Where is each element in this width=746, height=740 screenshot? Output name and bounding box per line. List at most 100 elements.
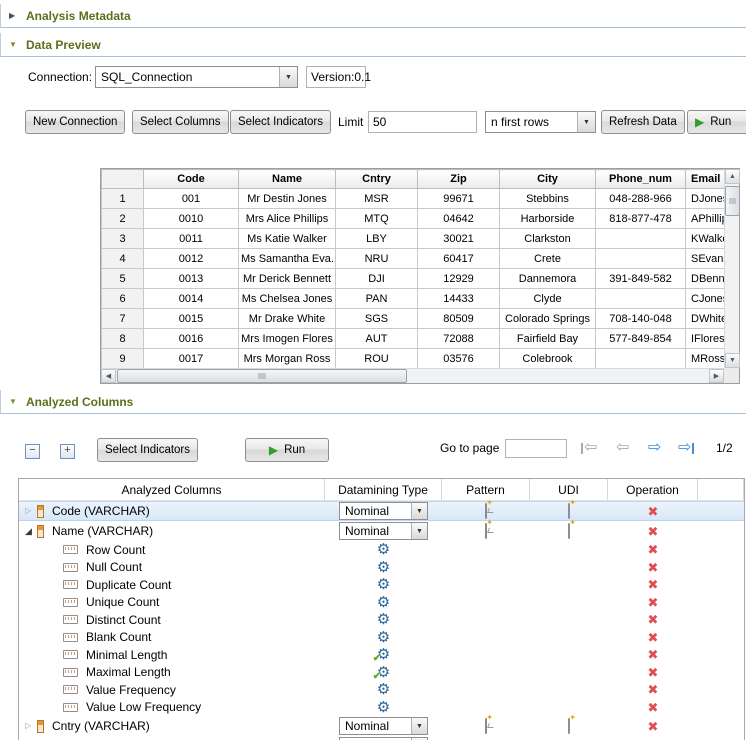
- tree-row[interactable]: Duplicate Count⚙✖: [19, 576, 744, 594]
- column-header-operation[interactable]: Operation: [608, 479, 698, 500]
- chevron-down-icon[interactable]: ▼: [411, 718, 427, 734]
- udi-icon[interactable]: ✦: [568, 719, 570, 733]
- refresh-data-button[interactable]: Refresh Data: [601, 110, 685, 134]
- tree-row[interactable]: Row Count⚙✖: [19, 541, 744, 559]
- row-mode-combo[interactable]: n first rows ▼: [485, 111, 596, 133]
- connection-combo[interactable]: SQL_Connection ▼: [95, 66, 298, 88]
- tree-row[interactable]: Blank Count⚙✖: [19, 629, 744, 647]
- section-data-preview[interactable]: ▼ Data Preview: [0, 33, 746, 57]
- table-row[interactable]: 1001Mr Destin JonesMSR99671Stebbins048-2…: [102, 189, 725, 209]
- tree-row[interactable]: ▼: [19, 736, 744, 740]
- delete-icon[interactable]: ✖: [648, 666, 659, 679]
- scroll-right-icon[interactable]: ▶: [709, 369, 724, 383]
- horizontal-scrollbar[interactable]: ◀ ▶: [101, 368, 724, 383]
- chevron-down-icon[interactable]: ▼: [577, 112, 595, 132]
- section-analysis-metadata[interactable]: ▶ Analysis Metadata: [0, 4, 746, 28]
- column-header[interactable]: Name: [239, 170, 336, 189]
- first-page-icon[interactable]: ⇦: [580, 438, 597, 458]
- scroll-up-icon[interactable]: ▲: [725, 169, 740, 184]
- column-header[interactable]: Cntry: [336, 170, 418, 189]
- chevron-down-icon[interactable]: ▼: [279, 67, 297, 87]
- expand-node-icon[interactable]: ▷: [25, 722, 37, 730]
- pattern-icon[interactable]: ✦: [485, 524, 487, 538]
- tree-row[interactable]: Value Low Frequency⚙✖: [19, 699, 744, 717]
- datamining-type-combo[interactable]: Nominal▼: [339, 717, 428, 735]
- gear-icon[interactable]: ⚙: [377, 682, 390, 697]
- table-row[interactable]: 70015Mr Drake WhiteSGS80509Colorado Spri…: [102, 309, 725, 329]
- limit-input[interactable]: [368, 111, 477, 133]
- table-row[interactable]: 80016Mrs Imogen FloresAUT72088Fairfield …: [102, 329, 725, 349]
- delete-icon[interactable]: ✖: [648, 631, 659, 644]
- pattern-icon[interactable]: ✦: [485, 719, 487, 733]
- gear-icon[interactable]: ⚙: [377, 542, 390, 557]
- delete-icon[interactable]: ✖: [648, 720, 659, 733]
- gear-icon[interactable]: ⚙✔: [377, 665, 390, 680]
- delete-icon[interactable]: ✖: [648, 505, 659, 518]
- gear-icon[interactable]: ⚙: [377, 630, 390, 645]
- gear-icon[interactable]: ⚙✔: [377, 647, 390, 662]
- delete-icon[interactable]: ✖: [648, 525, 659, 538]
- tree-row[interactable]: ◢Name (VARCHAR)Nominal▼✦✦✖: [19, 521, 744, 541]
- tree-row[interactable]: Distinct Count⚙✖: [19, 611, 744, 629]
- delete-icon[interactable]: ✖: [648, 543, 659, 556]
- chevron-down-icon[interactable]: ▼: [411, 523, 427, 539]
- section-analyzed-columns[interactable]: ▼ Analyzed Columns: [0, 390, 746, 414]
- tree-row[interactable]: Value Frequency⚙✖: [19, 681, 744, 699]
- column-header-datamining-type[interactable]: Datamining Type: [325, 479, 442, 500]
- select-indicators-button-2[interactable]: Select Indicators: [97, 438, 198, 462]
- expanded-arrow-icon[interactable]: ▼: [9, 398, 19, 406]
- tree-row[interactable]: ▷Cntry (VARCHAR)Nominal▼✦✦✖: [19, 716, 744, 736]
- next-page-icon[interactable]: ⇨: [648, 438, 661, 458]
- pattern-icon[interactable]: ✦: [485, 504, 487, 518]
- chevron-down-icon[interactable]: ▼: [411, 503, 427, 519]
- select-columns-button[interactable]: Select Columns: [132, 110, 229, 134]
- udi-icon[interactable]: ✦: [568, 524, 570, 538]
- table-row[interactable]: 40012Ms Samantha Eva...NRU60417CreteSEva…: [102, 249, 725, 269]
- delete-icon[interactable]: ✖: [648, 578, 659, 591]
- run-button-2[interactable]: ▶ Run: [245, 438, 329, 462]
- select-indicators-button[interactable]: Select Indicators: [230, 110, 331, 134]
- vertical-scrollbar-thumb[interactable]: [725, 186, 740, 216]
- column-header-analyzed-columns[interactable]: Analyzed Columns: [19, 479, 325, 500]
- table-row[interactable]: 20010Mrs Alice PhillipsMTQ04642Harborsid…: [102, 209, 725, 229]
- column-header-udi[interactable]: UDI: [530, 479, 608, 500]
- delete-icon[interactable]: ✖: [648, 561, 659, 574]
- datamining-type-combo[interactable]: Nominal▼: [339, 502, 428, 520]
- table-row[interactable]: 60014Ms Chelsea JonesPAN14433ClydeCJones: [102, 289, 725, 309]
- delete-icon[interactable]: ✖: [648, 683, 659, 696]
- delete-icon[interactable]: ✖: [648, 701, 659, 714]
- table-row[interactable]: 90017Mrs Morgan RossROU03576ColebrookMRo…: [102, 349, 725, 369]
- udi-icon[interactable]: ✦: [568, 504, 570, 518]
- gear-icon[interactable]: ⚙: [377, 560, 390, 575]
- delete-icon[interactable]: ✖: [648, 596, 659, 609]
- horizontal-scrollbar-thumb[interactable]: [117, 369, 407, 383]
- collapse-node-icon[interactable]: ◢: [25, 527, 37, 535]
- previous-page-icon[interactable]: ⇦: [616, 438, 629, 458]
- tree-row[interactable]: Unique Count⚙✖: [19, 594, 744, 612]
- gear-icon[interactable]: ⚙: [377, 612, 390, 627]
- collapsed-arrow-icon[interactable]: ▶: [9, 12, 19, 20]
- expand-node-icon[interactable]: ▷: [25, 507, 37, 515]
- last-page-icon[interactable]: ⇨: [678, 438, 695, 458]
- collapse-all-icon[interactable]: −: [25, 444, 40, 459]
- delete-icon[interactable]: ✖: [648, 613, 659, 626]
- gear-icon[interactable]: ⚙: [377, 577, 390, 592]
- run-button[interactable]: ▶ Run: [687, 110, 746, 134]
- tree-row[interactable]: Maximal Length⚙✔✖: [19, 664, 744, 682]
- column-header[interactable]: Email: [686, 170, 725, 189]
- column-header-pattern[interactable]: Pattern: [442, 479, 530, 500]
- new-connection-button[interactable]: New Connection: [25, 110, 125, 134]
- delete-icon[interactable]: ✖: [648, 648, 659, 661]
- vertical-scrollbar[interactable]: ▲ ▼: [724, 169, 739, 368]
- datamining-type-combo[interactable]: Nominal▼: [339, 522, 428, 540]
- column-header[interactable]: Phone_num: [596, 170, 686, 189]
- table-row[interactable]: 30011Ms Katie WalkerLBY30021ClarkstonKWa…: [102, 229, 725, 249]
- expand-all-icon[interactable]: +: [60, 444, 75, 459]
- scroll-down-icon[interactable]: ▼: [725, 353, 740, 368]
- tree-row[interactable]: ▷Code (VARCHAR)Nominal▼✦✦✖: [19, 501, 744, 521]
- gear-icon[interactable]: ⚙: [377, 700, 390, 715]
- expanded-arrow-icon[interactable]: ▼: [9, 41, 19, 49]
- gear-icon[interactable]: ⚙: [377, 595, 390, 610]
- table-row[interactable]: 50013Mr Derick BennettDJI12929Dannemora3…: [102, 269, 725, 289]
- tree-row[interactable]: Minimal Length⚙✔✖: [19, 646, 744, 664]
